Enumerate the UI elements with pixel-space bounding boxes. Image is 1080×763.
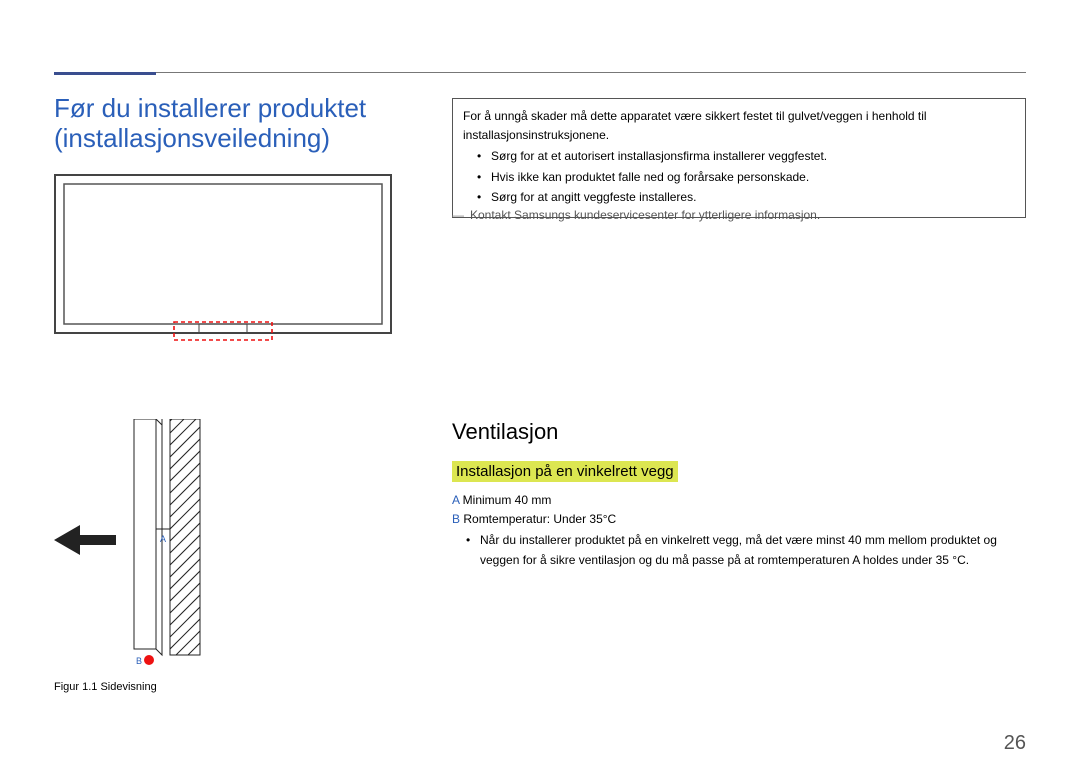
warning-list: Sørg for at et autorisert installasjonsf… — [463, 147, 1015, 207]
section-heading-ventilation: Ventilasjon — [452, 419, 558, 445]
diagram-b-label: B — [136, 656, 142, 666]
section-subheading-wall: Installasjon på en vinkelrett vegg — [452, 461, 678, 482]
spec-a-text: Minimum 40 mm — [459, 493, 551, 507]
spec-notes: Når du installerer produktet på en vinke… — [452, 531, 1026, 569]
footnote: ― Kontakt Samsungs kundeservicesenter for… — [452, 206, 1026, 224]
diagram-a-label: A — [160, 534, 166, 544]
spec-block: A Minimum 40 mm B Romtemperatur: Under 3… — [452, 491, 1026, 570]
page-number: 26 — [1004, 732, 1026, 755]
header-accent-rule — [54, 72, 156, 75]
side-view-figure: A B — [54, 419, 209, 679]
spec-b-label: B — [452, 512, 460, 526]
header-rule — [156, 72, 1026, 73]
spec-b: B Romtemperatur: Under 35°C — [452, 510, 1026, 529]
figure-caption: Figur 1.1 Sidevisning — [54, 681, 157, 693]
spec-note-item: Når du installerer produktet på en vinke… — [480, 531, 1026, 569]
footnote-text: Kontakt Samsungs kundeservicesenter for … — [470, 208, 820, 222]
warning-box: For å unngå skader må dette apparatet væ… — [452, 98, 1026, 218]
page-title: Før du installerer produktet (installasj… — [54, 94, 434, 154]
tv-front-figure — [54, 174, 392, 344]
warning-item: Sørg for at et autorisert installasjonsf… — [491, 147, 1015, 166]
warning-item: Sørg for at angitt veggfeste installeres… — [491, 188, 1015, 207]
footnote-dash-icon: ― — [452, 208, 464, 222]
spec-a: A Minimum 40 mm — [452, 491, 1026, 510]
warning-intro: For å unngå skader må dette apparatet væ… — [463, 107, 1015, 144]
warning-item: Hvis ikke kan produktet falle ned og for… — [491, 168, 1015, 187]
spec-b-text: Romtemperatur: Under 35°C — [460, 512, 616, 526]
